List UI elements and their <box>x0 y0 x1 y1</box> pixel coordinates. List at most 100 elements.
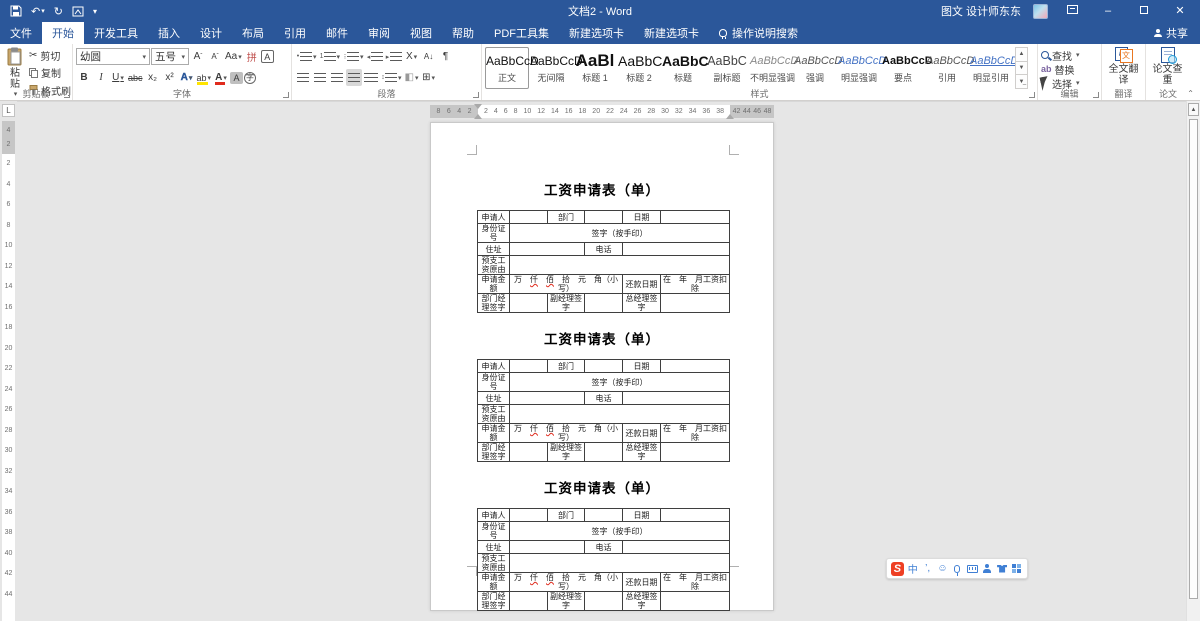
bold-button[interactable]: B <box>76 69 92 86</box>
table-cell[interactable] <box>661 360 730 373</box>
table-cell[interactable]: 部门 <box>548 360 585 373</box>
table-cell[interactable]: 住址 <box>478 541 510 554</box>
shading-button[interactable]: ◧▾ <box>404 69 420 86</box>
table-cell[interactable] <box>661 211 730 224</box>
close-button[interactable]: ✕ <box>1168 0 1192 22</box>
table-cell[interactable]: 日期 <box>623 509 661 522</box>
save-icon[interactable] <box>10 3 22 19</box>
first-line-indent-marker[interactable] <box>474 104 482 109</box>
salary-form-table[interactable]: 申请人部门日期身份证号签字（按手印）住址电话预支工资原由申请金额万 仟 佰 拾 … <box>477 508 730 611</box>
ime-toolbox-icon[interactable] <box>1011 562 1023 576</box>
table-cell[interactable] <box>585 294 623 313</box>
collapse-ribbon-icon[interactable]: ⌃ <box>1187 89 1194 98</box>
sort-button[interactable]: A↓ <box>421 48 437 65</box>
style-card-不明显强调[interactable]: AaBbCcD不明显强调 <box>749 47 793 89</box>
salary-form-table[interactable]: 申请人部门日期身份证号签字（按手印）住址电话预支工资原由申请金额万 仟 佰 拾 … <box>477 359 730 462</box>
tab-邮件[interactable]: 邮件 <box>316 22 358 44</box>
table-cell[interactable]: 万 仟 佰 拾 元 角（小写） <box>510 424 623 443</box>
account-name[interactable]: 图文 设计师东东 <box>941 3 1021 19</box>
tab-file[interactable]: 文件 <box>0 22 42 44</box>
font-name-combobox[interactable]: 幼圆▾ <box>76 48 150 65</box>
style-card-标题[interactable]: AaBbC标题 <box>661 47 705 89</box>
tab-PDF工具集[interactable]: PDF工具集 <box>484 22 559 44</box>
style-card-要点[interactable]: AaBbCcD要点 <box>881 47 925 89</box>
table-cell[interactable] <box>661 294 730 313</box>
find-button[interactable]: 查找▾ <box>1041 48 1098 62</box>
tab-开发工具[interactable]: 开发工具 <box>84 22 148 44</box>
ribbon-display-options-icon[interactable] <box>1060 0 1084 22</box>
document-page[interactable]: 工资申请表（单） 申请人部门日期身份证号签字（按手印）住址电话预支工资原由申请金… <box>430 122 774 611</box>
customize-qat-icon[interactable]: ▾ <box>93 3 97 19</box>
style-card-正文[interactable]: AaBbCcD正文 <box>485 47 529 89</box>
table-cell[interactable]: 电话 <box>585 392 623 405</box>
tab-引用[interactable]: 引用 <box>274 22 316 44</box>
sogou-logo-icon[interactable]: S <box>891 562 904 576</box>
table-cell[interactable]: 申请人 <box>478 360 510 373</box>
bullets-button[interactable]: •▾ <box>295 48 318 65</box>
table-cell[interactable]: 签字（按手印） <box>510 373 730 392</box>
table-cell[interactable] <box>661 509 730 522</box>
align-center-button[interactable] <box>312 69 328 86</box>
table-cell[interactable] <box>510 554 730 573</box>
ime-punctuation-icon[interactable]: ’, <box>922 562 934 576</box>
table-cell[interactable]: 万 仟 佰 拾 元 角（小写） <box>510 275 623 294</box>
shrink-font-button[interactable]: Aˇ <box>207 48 223 65</box>
numbering-button[interactable]: 1▾ <box>319 48 342 65</box>
table-cell[interactable]: 住址 <box>478 392 510 405</box>
horizontal-ruler[interactable]: 8642 2468101214161820222426283032343638 … <box>430 105 774 118</box>
font-size-combobox[interactable]: 五号▾ <box>151 48 189 65</box>
table-cell[interactable]: 日期 <box>623 360 661 373</box>
replace-button[interactable]: ab替换 <box>1041 62 1098 76</box>
strikethrough-button[interactable]: abc <box>127 69 144 86</box>
table-cell[interactable]: 身份证号 <box>478 522 510 541</box>
tab-审阅[interactable]: 审阅 <box>358 22 400 44</box>
show-marks-button[interactable]: ¶ <box>438 48 454 65</box>
salary-form-table[interactable]: 申请人部门日期身份证号签字（按手印）住址电话预支工资原由申请金额万 仟 佰 拾 … <box>477 210 730 313</box>
enclose-characters-button[interactable]: 字 <box>244 72 256 84</box>
table-cell[interactable]: 申请人 <box>478 211 510 224</box>
styles-gallery-more-icon[interactable]: ▼̲ <box>1016 75 1027 88</box>
styles-scroll-down-icon[interactable]: ▼ <box>1016 62 1027 76</box>
style-card-标题 1[interactable]: AaBl标题 1 <box>573 47 617 89</box>
style-card-引用[interactable]: AaBbCcD引用 <box>925 47 969 89</box>
table-cell[interactable] <box>661 443 730 462</box>
style-card-明显强调[interactable]: AaBbCcD明显强调 <box>837 47 881 89</box>
table-cell[interactable]: 还款日期 <box>623 573 661 592</box>
style-card-强调[interactable]: AaBbCcD强调 <box>793 47 837 89</box>
table-cell[interactable]: 还款日期 <box>623 275 661 294</box>
table-cell[interactable]: 总经理签字 <box>623 294 661 313</box>
font-color-button[interactable]: A▾ <box>213 69 229 86</box>
table-cell[interactable]: 预支工资原由 <box>478 554 510 573</box>
tab-selector[interactable]: L <box>2 104 15 117</box>
tell-me-search[interactable]: 操作说明搜索 <box>709 22 808 44</box>
style-card-标题 2[interactable]: AaBbC标题 2 <box>617 47 661 89</box>
copy-button[interactable]: 复制 <box>29 66 71 80</box>
table-cell[interactable]: 在 年 月工资扣除 <box>661 275 730 294</box>
table-cell[interactable] <box>510 392 585 405</box>
table-cell[interactable] <box>623 541 730 554</box>
table-cell[interactable] <box>510 243 585 256</box>
table-cell[interactable]: 电话 <box>585 243 623 256</box>
touch-mode-icon[interactable] <box>72 3 84 19</box>
table-cell[interactable] <box>510 294 548 313</box>
font-dialog-launcher[interactable] <box>283 92 289 98</box>
table-cell[interactable]: 申请金额 <box>478 275 510 294</box>
align-left-button[interactable] <box>295 69 311 86</box>
multilevel-list-button[interactable]: ⁝▾ <box>342 48 365 65</box>
highlight-color-button[interactable]: ab▾ <box>196 69 213 86</box>
table-cell[interactable] <box>510 211 548 224</box>
redo-icon[interactable]: ↻ <box>54 3 63 19</box>
tab-设计[interactable]: 设计 <box>190 22 232 44</box>
phonetic-guide-button[interactable]: 拼 <box>244 48 260 65</box>
ime-emoji-icon[interactable]: ☺ <box>937 562 949 576</box>
table-cell[interactable]: 在 年 月工资扣除 <box>661 573 730 592</box>
table-cell[interactable]: 副经理签字 <box>548 294 585 313</box>
table-cell[interactable] <box>510 443 548 462</box>
table-cell[interactable] <box>585 211 623 224</box>
scrollbar-thumb[interactable] <box>1189 119 1198 599</box>
align-right-button[interactable] <box>329 69 345 86</box>
table-cell[interactable]: 预支工资原由 <box>478 405 510 424</box>
change-case-button[interactable]: Aa▾ <box>224 48 243 65</box>
table-cell[interactable]: 总经理签字 <box>623 443 661 462</box>
table-cell[interactable]: 部门经理签字 <box>478 592 510 611</box>
